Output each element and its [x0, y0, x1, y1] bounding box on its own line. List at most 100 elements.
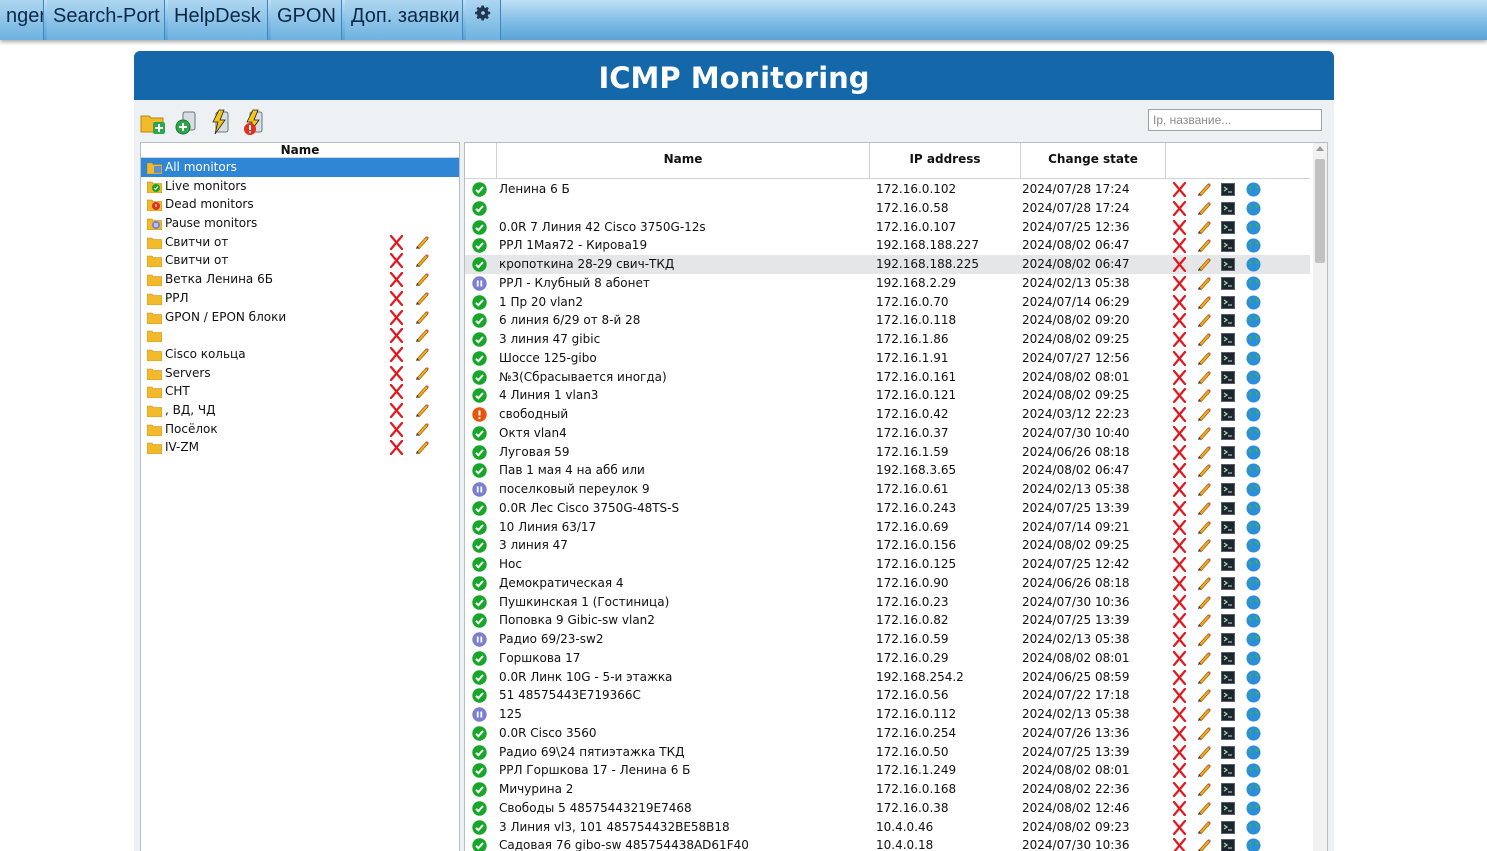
table-row[interactable]: 3 Линия vl3, 101 485754432BE58B18 10.4.0.… — [465, 818, 1310, 837]
tree-item[interactable]: GPON / EPON блоки — [141, 308, 459, 327]
table-row[interactable]: Луговая 59 172.16.1.59 2024/06/26 08:18 — [465, 443, 1310, 462]
scroll-up-arrow-icon[interactable] — [1316, 146, 1324, 151]
search-input[interactable] — [1148, 109, 1322, 131]
edit-group-icon[interactable] — [414, 440, 430, 461]
table-row[interactable]: 1 Пр 20 vlan2 172.16.0.70 2024/07/14 06:29 — [465, 293, 1310, 312]
folder-icon — [146, 423, 163, 436]
monitor-change-date: 2024/07/25 13:39 — [1022, 500, 1130, 515]
table-row[interactable]: Пав 1 мая 4 на абб или 192.168.3.65 2024/0… — [465, 461, 1310, 480]
monitor-name: свободный — [499, 407, 569, 421]
column-header-change-state[interactable]: Change state — [1020, 143, 1165, 178]
tree-item[interactable]: , ВД, ЧД — [141, 401, 459, 420]
table-row[interactable]: 3 линия 47 172.16.0.156 2024/08/02 09:25 — [465, 536, 1310, 555]
tree-item[interactable] — [141, 326, 459, 345]
status-up-icon — [472, 388, 487, 403]
status-up-icon — [472, 201, 487, 216]
table-row[interactable]: Демократическая 4 172.16.0.90 2024/06/26 0… — [465, 574, 1310, 593]
table-row[interactable]: Свободы 5 48575443219E7468 172.16.0.38 202… — [465, 799, 1310, 818]
nav-item-helpdesk[interactable]: HelpDesk — [168, 0, 268, 40]
tree-item[interactable]: Свитчи от — [141, 233, 459, 252]
table-row[interactable]: свободный 172.16.0.42 2024/03/12 22:23 — [465, 405, 1310, 424]
column-header-name[interactable]: Name — [496, 143, 869, 178]
nav-item-gpon[interactable]: GPON — [271, 0, 342, 40]
table-row[interactable]: Горшкова 17 172.16.0.29 2024/08/02 08:01 — [465, 649, 1310, 668]
table-row[interactable]: 125 172.16.0.112 2024/02/13 05:38 — [465, 705, 1310, 724]
table-row[interactable]: РРЛ Горшкова 17 - Ленина 6 Б 172.16.1.249… — [465, 761, 1310, 780]
monitor-name: Поповка 9 Gibic-sw vlan2 — [499, 613, 655, 628]
table-row[interactable]: Нос 172.16.0.125 2024/07/25 12:42 — [465, 555, 1310, 574]
table-row[interactable]: Шоссе 125-gibo 172.16.1.91 2024/07/27 12:5… — [465, 349, 1310, 368]
table-row[interactable]: поселковый переулок 9 172.16.0.61 2024/02/… — [465, 480, 1310, 499]
table-row[interactable]: 172.16.0.58 2024/07/28 17:24 — [465, 199, 1310, 218]
tree-item[interactable]: СНТ — [141, 382, 459, 401]
table-row[interactable]: 0.0R Лес Cisco 3750G-48TS-S 172.16.0.243 2… — [465, 499, 1310, 518]
table-scrollbar[interactable] — [1313, 143, 1327, 851]
tree-item[interactable]: Live monitors — [141, 177, 459, 196]
table-row[interactable]: 0.0R Линк 10G - 5-и этажка 192.168.254.2 2… — [465, 668, 1310, 687]
tree-item[interactable]: РРЛ — [141, 289, 459, 308]
status-paused-icon — [472, 276, 487, 291]
delete-group-icon[interactable] — [389, 440, 404, 461]
monitor-change-date: 2024/08/02 06:47 — [1022, 463, 1130, 478]
column-header-ip[interactable]: IP address — [869, 143, 1020, 178]
tree-item-label: IV-ZM — [165, 440, 199, 455]
status-up-icon — [472, 744, 487, 760]
monitor-ip: 172.16.1.91 — [876, 350, 949, 365]
table-row[interactable]: 0.0R 7 Линия 42 Cisco 3750G-12s 172.16.0.… — [465, 218, 1310, 237]
monitor-groups-tree: Name All monitors Live monitors Dead monit… — [140, 142, 460, 851]
table-row[interactable]: 4 Линия 1 vlan3 172.16.0.121 2024/08/02 09… — [465, 386, 1310, 405]
web-globe-icon[interactable] — [1246, 838, 1261, 851]
edit-monitor-icon[interactable] — [1196, 838, 1212, 851]
add-monitor-icon[interactable] — [173, 108, 201, 136]
table-row[interactable]: 6 линия 6/29 от 8-й 28 172.16.0.118 2024/0… — [465, 311, 1310, 330]
table-row[interactable]: Поповка 9 Gibic-sw vlan2 172.16.0.82 2024/… — [465, 611, 1310, 630]
tree-item[interactable]: IV-ZM — [141, 438, 459, 457]
power-monitor-icon[interactable] — [207, 108, 235, 136]
table-row[interactable]: 51 48575443E719366C 172.16.0.56 2024/07/22… — [465, 686, 1310, 705]
status-up-icon — [472, 594, 487, 610]
status-up-icon — [472, 782, 487, 797]
nav-item-search-port[interactable]: Search-Port — [47, 0, 165, 40]
monitor-ip: 172.16.0.102 — [876, 182, 957, 196]
settings-button[interactable] — [466, 0, 501, 40]
tree-item[interactable]: Посёлок — [141, 420, 459, 439]
tree-item[interactable]: Ветка Ленина 6Б — [141, 270, 459, 289]
add-folder-icon[interactable] — [139, 108, 167, 136]
tree-item[interactable]: Pause monitors — [141, 214, 459, 233]
table-row[interactable]: №3(Сбрасывается иногда) 172.16.0.161 2024/… — [465, 368, 1310, 387]
monitor-change-date: 2024/07/30 10:36 — [1022, 838, 1130, 851]
monitor-change-date: 2024/07/25 12:42 — [1022, 557, 1130, 571]
table-row[interactable]: Садовая 76 gibo-sw 485754438AD61F40 10.4.… — [465, 836, 1310, 851]
monitor-change-date: 2024/07/30 10:36 — [1022, 594, 1130, 609]
tree-item[interactable]: Cisco кольца — [141, 345, 459, 364]
delete-monitor-icon[interactable] — [1172, 838, 1187, 851]
monitor-name: 4 Линия 1 vlan3 — [499, 388, 599, 403]
tree-item-label: GPON / EPON блоки — [165, 309, 287, 324]
table-row[interactable]: 3 линия 47 gibic 172.16.1.86 2024/08/02 09… — [465, 330, 1310, 349]
scroll-thumb[interactable] — [1315, 159, 1325, 263]
table-row[interactable]: кропоткина 28-29 свич-ТКД 192.168.188.225… — [465, 255, 1310, 274]
monitor-change-date: 2024/07/30 10:40 — [1022, 425, 1130, 440]
tree-item[interactable]: Свитчи от — [141, 251, 459, 270]
table-row[interactable]: Пушкинская 1 (Гостиница) 172.16.0.23 2024/… — [465, 593, 1310, 612]
table-row[interactable]: Мичурина 2 172.16.0.168 2024/08/02 22:36 — [465, 780, 1310, 799]
tree-item-label: All monitors — [165, 160, 237, 174]
table-row[interactable]: Радио 69/23-sw2 172.16.0.59 2024/02/13 05:… — [465, 630, 1310, 649]
tree-item[interactable]: All monitors — [141, 158, 459, 177]
power-alert-icon[interactable] — [241, 108, 269, 136]
table-row[interactable]: Ленина 6 Б 172.16.0.102 2024/07/28 17:24 — [465, 180, 1310, 199]
nav-item-manager[interactable]: nger — [0, 0, 44, 40]
table-row[interactable]: 0.0R Cisco 3560 172.16.0.254 2024/07/26 13… — [465, 724, 1310, 743]
table-row[interactable]: Радио 69\24 пятиэтажка ТКД 172.16.0.50 202… — [465, 743, 1310, 762]
monitor-ip: 172.16.0.37 — [876, 425, 949, 440]
nav-item-extra-requests[interactable]: Доп. заявки — [345, 0, 463, 40]
tree-item[interactable]: Dead monitors — [141, 195, 459, 214]
table-row[interactable]: 10 Линия 63/17 172.16.0.69 2024/07/14 09:2… — [465, 518, 1310, 537]
tree-item[interactable]: Servers — [141, 364, 459, 383]
monitor-change-date: 2024/08/02 09:23 — [1022, 819, 1130, 834]
folder-all-icon — [146, 161, 163, 175]
table-row[interactable]: РРЛ 1Мая72 - Кирова19 192.168.188.227 2024… — [465, 236, 1310, 255]
table-row[interactable]: РРЛ - Клубный 8 абонет 192.168.2.29 2024/0… — [465, 274, 1310, 293]
table-row[interactable]: Октя vlan4 172.16.0.37 2024/07/30 10:40 — [465, 424, 1310, 443]
terminal-icon[interactable] — [1221, 839, 1235, 851]
